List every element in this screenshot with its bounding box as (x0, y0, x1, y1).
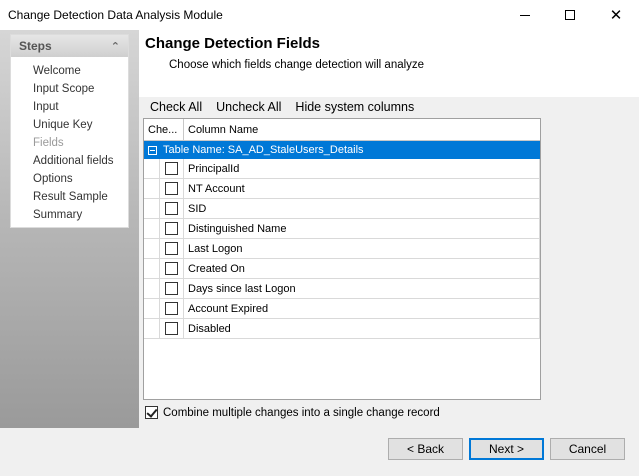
field-name: Account Expired (184, 299, 540, 318)
table-row[interactable]: Created On (144, 259, 540, 279)
column-header-check[interactable]: Che... (144, 119, 184, 140)
group-row[interactable]: Table Name: SA_AD_StaleUsers_Details (144, 141, 540, 159)
combine-option[interactable]: Combine multiple changes into a single c… (145, 406, 440, 419)
row-check-cell (160, 179, 184, 198)
field-name: Last Logon (184, 239, 540, 258)
page-header: Change Detection Fields Choose which fie… (139, 30, 639, 97)
column-header-name[interactable]: Column Name (184, 119, 540, 140)
row-check-cell (160, 199, 184, 218)
row-indent (144, 199, 160, 218)
collapse-icon[interactable]: ⌃ (111, 40, 120, 53)
row-check-cell (160, 239, 184, 258)
combine-label: Combine multiple changes into a single c… (163, 406, 440, 419)
grid-rows: PrincipalId NT Account SID Distinguished Na… (144, 159, 540, 339)
page-title: Change Detection Fields (145, 35, 321, 52)
check-all-button[interactable]: Check All (150, 100, 202, 114)
field-checkbox[interactable] (165, 262, 178, 275)
table-row[interactable]: Account Expired (144, 299, 540, 319)
next-button[interactable]: Next > (469, 438, 544, 460)
minimize-button[interactable] (502, 0, 548, 30)
row-check-cell (160, 279, 184, 298)
field-name: Distinguished Name (184, 219, 540, 238)
field-checkbox[interactable] (165, 162, 178, 175)
row-indent (144, 219, 160, 238)
field-name: PrincipalId (184, 159, 540, 178)
cancel-button[interactable]: Cancel (550, 438, 625, 460)
step-item[interactable]: Input Scope (33, 80, 128, 98)
window-title: Change Detection Data Analysis Module (8, 8, 223, 22)
hide-system-columns-button[interactable]: Hide system columns (295, 100, 414, 114)
row-check-cell (160, 159, 184, 178)
field-name: Days since last Logon (184, 279, 540, 298)
row-indent (144, 259, 160, 278)
back-button[interactable]: < Back (388, 438, 463, 460)
field-checkbox[interactable] (165, 302, 178, 315)
field-checkbox[interactable] (165, 222, 178, 235)
row-check-cell (160, 299, 184, 318)
table-row[interactable]: Distinguished Name (144, 219, 540, 239)
step-item[interactable]: Welcome (33, 62, 128, 80)
group-label: Table Name: SA_AD_StaleUsers_Details (163, 144, 364, 156)
row-indent (144, 239, 160, 258)
table-row[interactable]: Last Logon (144, 239, 540, 259)
table-row[interactable]: SID (144, 199, 540, 219)
title-bar: Change Detection Data Analysis Module ✕ (0, 0, 639, 30)
row-indent (144, 179, 160, 198)
row-indent (144, 299, 160, 318)
table-row[interactable]: Days since last Logon (144, 279, 540, 299)
grid-header: Che... Column Name (144, 119, 540, 141)
row-check-cell (160, 319, 184, 338)
step-item[interactable]: Additional fields (33, 152, 128, 170)
steps-list: Welcome Input Scope Input Unique Key Fields A… (11, 57, 128, 224)
row-check-cell (160, 219, 184, 238)
step-item[interactable]: Summary (33, 206, 128, 224)
fields-grid: Che... Column Name Table Name: SA_AD_Sta… (143, 118, 541, 400)
table-row[interactable]: Disabled (144, 319, 540, 339)
steps-header[interactable]: Steps ⌃ (11, 35, 128, 57)
field-checkbox[interactable] (165, 282, 178, 295)
field-checkbox[interactable] (165, 202, 178, 215)
button-bar: < Back Next > Cancel (0, 428, 639, 476)
maximize-button[interactable] (547, 0, 593, 30)
minimize-icon (520, 14, 530, 16)
step-item[interactable]: Unique Key (33, 116, 128, 134)
uncheck-all-button[interactable]: Uncheck All (216, 100, 281, 114)
maximize-icon (565, 10, 575, 20)
grid-toolbar: Check All Uncheck All Hide system column… (142, 97, 414, 117)
combine-checkbox[interactable] (145, 406, 158, 419)
row-indent (144, 319, 160, 338)
step-item[interactable]: Options (33, 170, 128, 188)
field-name: NT Account (184, 179, 540, 198)
field-checkbox[interactable] (165, 182, 178, 195)
field-name: Disabled (184, 319, 540, 338)
row-indent (144, 279, 160, 298)
table-row[interactable]: PrincipalId (144, 159, 540, 179)
step-item[interactable]: Result Sample (33, 188, 128, 206)
field-name: SID (184, 199, 540, 218)
table-row[interactable]: NT Account (144, 179, 540, 199)
row-indent (144, 159, 160, 178)
row-check-cell (160, 259, 184, 278)
field-name: Created On (184, 259, 540, 278)
page-subtitle: Choose which fields change detection wil… (169, 59, 425, 71)
close-icon: ✕ (609, 7, 623, 24)
close-button[interactable]: ✕ (593, 0, 639, 30)
field-checkbox[interactable] (165, 242, 178, 255)
steps-panel: Steps ⌃ Welcome Input Scope Input Unique Ke… (10, 34, 129, 228)
step-item[interactable]: Fields (33, 134, 128, 152)
steps-title: Steps (19, 39, 52, 53)
collapse-group-icon[interactable] (148, 145, 157, 155)
field-checkbox[interactable] (165, 322, 178, 335)
step-item[interactable]: Input (33, 98, 128, 116)
